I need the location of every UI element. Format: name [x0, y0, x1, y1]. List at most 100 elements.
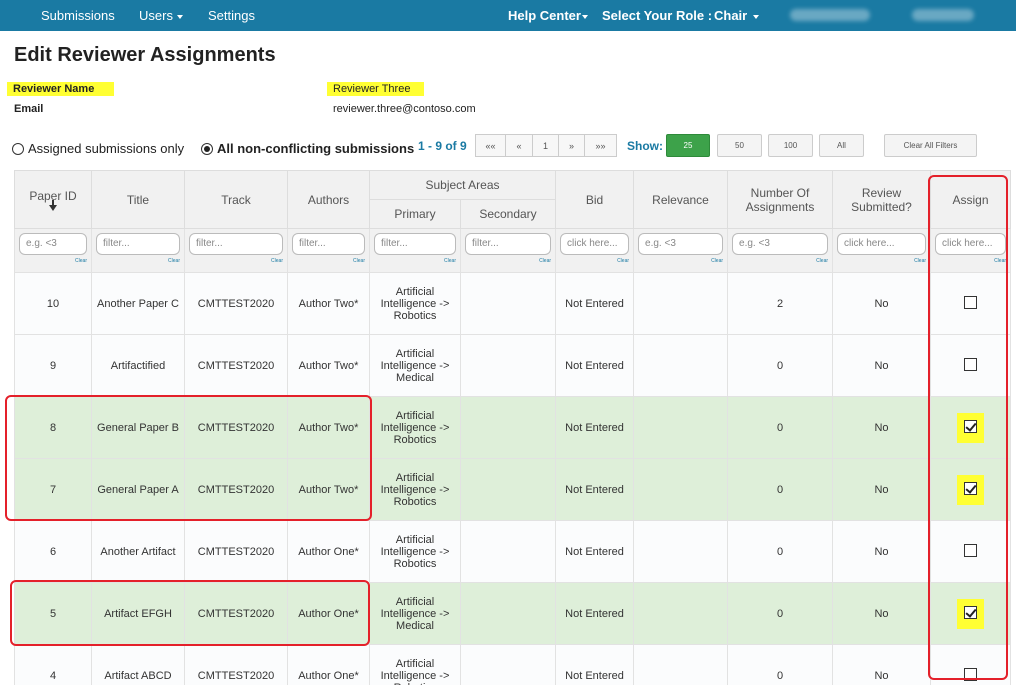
nav-settings[interactable]: Settings — [208, 8, 255, 23]
assign-checkbox-wrap — [957, 474, 985, 505]
cell-relevance — [633, 396, 729, 459]
role-dropdown[interactable]: Chair — [714, 8, 760, 23]
cell-num-assignments[interactable]: 0 — [727, 458, 834, 521]
header-assign[interactable]: Assign — [930, 170, 1012, 229]
show-50-button[interactable]: 50 — [717, 134, 762, 157]
assign-checkbox[interactable] — [964, 667, 978, 681]
header-track[interactable]: Track — [184, 170, 288, 229]
radio-assigned-only[interactable]: Assigned submissions only — [12, 141, 184, 156]
assign-checkbox[interactable] — [964, 543, 978, 557]
clear-link[interactable]: Clear — [837, 258, 926, 264]
header-bid[interactable]: Bid — [555, 170, 635, 229]
header-paper-id[interactable]: Paper ID — [14, 170, 92, 229]
filter-review-submitted-input[interactable]: click here... — [837, 233, 927, 255]
nav-submissions[interactable]: Submissions — [41, 8, 115, 23]
table-row: 7 General Paper A CMTTEST2020 Author Two… — [14, 458, 1012, 521]
radio-button[interactable] — [12, 143, 24, 155]
radio-all-nonconflicting[interactable]: All non-conflicting submissions — [201, 141, 414, 156]
cell-authors: Author One* — [287, 644, 370, 685]
cell-num-assignments[interactable]: 2 — [727, 272, 834, 335]
header-authors[interactable]: Authors — [287, 170, 370, 229]
cell-authors: Author Two* — [287, 458, 370, 521]
next-page-button[interactable]: » — [558, 134, 585, 157]
clear-link[interactable]: Clear — [292, 258, 365, 264]
show-label: Show: — [627, 139, 663, 153]
prev-page-button[interactable]: « — [505, 134, 533, 157]
clear-all-filters-button[interactable]: Clear All Filters — [884, 134, 977, 157]
assign-checkbox[interactable] — [964, 605, 978, 619]
clear-link[interactable]: Clear — [19, 258, 87, 264]
clear-link[interactable]: Clear — [638, 258, 723, 264]
clear-link[interactable]: Clear — [732, 258, 828, 264]
clear-link[interactable]: Clear — [374, 258, 456, 264]
filter-assign-input[interactable]: click here... — [935, 233, 1007, 255]
clear-link[interactable]: Clear — [935, 258, 1006, 264]
header-review-submitted[interactable]: Review Submitted? — [832, 170, 932, 229]
header-title[interactable]: Title — [91, 170, 185, 229]
sort-down-icon — [49, 199, 57, 211]
chevron-down-icon — [176, 14, 183, 19]
cell-assign — [930, 582, 1012, 645]
radio-button-selected[interactable] — [201, 143, 213, 155]
filter-authors-input[interactable]: filter... — [292, 233, 365, 255]
cell-bid: Not Entered — [555, 520, 635, 583]
filter-paper-id-input[interactable]: e.g. <3 — [19, 233, 87, 255]
header-secondary[interactable]: Secondary — [459, 199, 557, 229]
cell-secondary-subject — [459, 272, 557, 335]
page-1-button[interactable]: 1 — [532, 134, 559, 157]
header-relevance[interactable]: Relevance — [633, 170, 729, 229]
nav-users[interactable]: Users — [139, 8, 183, 23]
cell-num-assignments[interactable]: 0 — [727, 396, 834, 459]
clear-link[interactable]: Clear — [560, 258, 629, 264]
clear-link[interactable]: Clear — [465, 258, 551, 264]
blurred-user-menu[interactable] — [912, 9, 974, 21]
cell-bid: Not Entered — [555, 582, 635, 645]
cell-secondary-subject — [459, 396, 557, 459]
filter-cell-review-submitted: click here... Clear — [832, 228, 932, 273]
cell-title: Another Paper C — [91, 272, 185, 335]
cell-relevance — [633, 520, 729, 583]
table-row: 10 Another Paper C CMTTEST2020 Author Tw… — [14, 272, 1012, 335]
pagination: «« « 1 » »» — [475, 134, 617, 157]
filter-num-assignments-input[interactable]: e.g. <3 — [732, 233, 829, 255]
filter-primary-input[interactable]: filter... — [374, 233, 456, 255]
clear-link[interactable]: Clear — [96, 258, 180, 264]
cell-secondary-subject — [459, 334, 557, 397]
assign-checkbox[interactable] — [964, 481, 978, 495]
cell-num-assignments[interactable]: 0 — [727, 644, 834, 685]
cell-title: Another Artifact — [91, 520, 185, 583]
header-primary[interactable]: Primary — [369, 199, 461, 229]
show-100-button[interactable]: 100 — [768, 134, 813, 157]
filter-track-input[interactable]: filter... — [189, 233, 283, 255]
nav-help-center[interactable]: Help Center — [508, 8, 588, 23]
filter-title-input[interactable]: filter... — [96, 233, 180, 255]
show-all-button[interactable]: All — [819, 134, 864, 157]
cell-assign — [930, 458, 1012, 521]
filter-cell-authors: filter... Clear — [287, 228, 370, 273]
filter-secondary-input[interactable]: filter... — [465, 233, 552, 255]
filter-bid-input[interactable]: click here... — [560, 233, 630, 255]
cell-review-submitted: No — [832, 396, 932, 459]
cell-primary-subject: Artificial Intelligence -> Medical — [369, 334, 461, 397]
show-25-button[interactable]: 25 — [666, 134, 710, 157]
cell-title: General Paper A — [91, 458, 185, 521]
cell-num-assignments[interactable]: 0 — [727, 582, 834, 645]
clear-link[interactable]: Clear — [189, 258, 283, 264]
filter-relevance-input[interactable]: e.g. <3 — [638, 233, 724, 255]
assign-checkbox[interactable] — [964, 419, 978, 433]
first-page-button[interactable]: «« — [475, 134, 506, 157]
last-page-button[interactable]: »» — [584, 134, 617, 157]
cell-num-assignments[interactable]: 0 — [727, 520, 834, 583]
cell-track: CMTTEST2020 — [184, 396, 288, 459]
cell-assign — [930, 644, 1012, 685]
assign-checkbox[interactable] — [964, 295, 978, 309]
assign-checkbox-wrap — [957, 661, 984, 685]
cell-primary-subject: Artificial Intelligence -> Robotics — [369, 272, 461, 335]
header-num-assignments[interactable]: Number Of Assignments — [727, 170, 834, 229]
select-role-label: Select Your Role : — [602, 8, 713, 23]
page-title: Edit Reviewer Assignments — [14, 44, 276, 66]
cell-relevance — [633, 458, 729, 521]
assign-checkbox-wrap — [957, 537, 984, 567]
cell-num-assignments[interactable]: 0 — [727, 334, 834, 397]
assign-checkbox[interactable] — [964, 357, 978, 371]
